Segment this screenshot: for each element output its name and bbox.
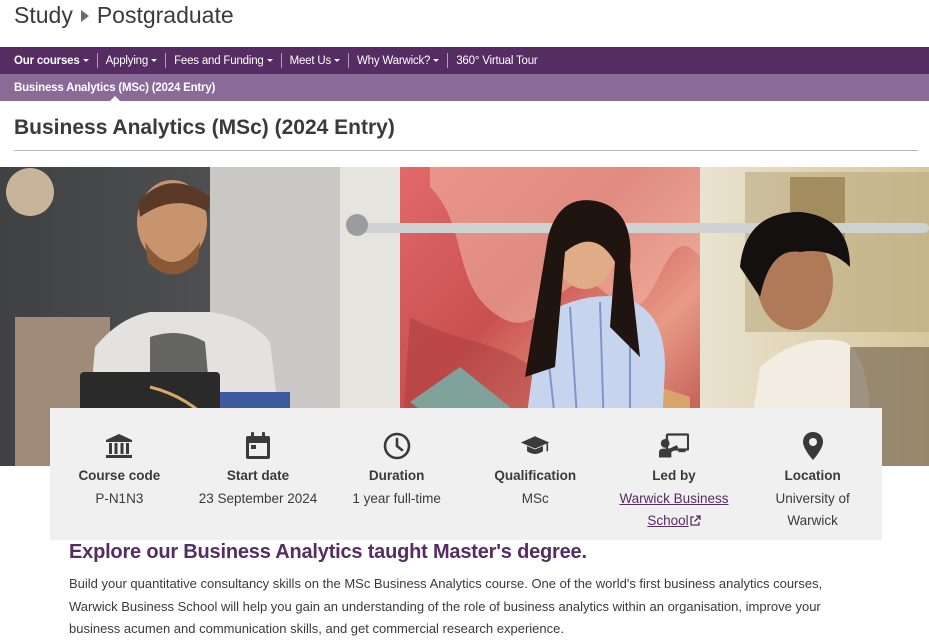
- info-value: University of Warwick: [775, 491, 850, 528]
- course-key-info-panel: Course code P-N1N3 Start date 23 Septemb…: [50, 408, 882, 540]
- warwick-business-school-link[interactable]: Warwick Business School: [615, 488, 733, 532]
- info-qualification: Qualification MSc: [466, 408, 605, 540]
- info-label: Led by: [652, 468, 696, 483]
- external-link-icon: [689, 515, 701, 526]
- sub-nav: Business Analytics (MSc) (2024 Entry): [0, 74, 929, 101]
- nav-item-meet-us[interactable]: Meet Us: [280, 53, 348, 68]
- info-start-date: Start date 23 September 2024: [189, 408, 328, 540]
- clock-icon: [382, 431, 412, 461]
- main-nav: Our courses Applying Fees and Funding Me…: [0, 47, 929, 74]
- caret-down-icon: [433, 59, 440, 62]
- breadcrumb-separator-icon: [80, 9, 89, 22]
- sub-nav-label: Business Analytics (MSc) (2024 Entry): [14, 81, 216, 94]
- info-value: 23 September 2024: [198, 491, 318, 506]
- presenter-icon: [658, 431, 689, 461]
- graduation-cap-icon: [520, 431, 550, 461]
- nav-item-label: Fees and Funding: [174, 54, 264, 67]
- info-label: Duration: [368, 468, 425, 483]
- map-pin-icon: [798, 431, 828, 461]
- calendar-icon: [243, 431, 273, 461]
- nav-item-label: Why Warwick?: [357, 54, 431, 67]
- info-location: Location University of Warwick: [743, 408, 882, 540]
- caret-down-icon: [334, 59, 341, 62]
- title-divider: [14, 150, 918, 151]
- page-title: Business Analytics (MSc) (2024 Entry): [14, 116, 395, 139]
- info-label: Qualification: [494, 468, 577, 483]
- site-breadcrumb: Study Postgraduate: [14, 2, 234, 29]
- nav-item-label: Applying: [105, 54, 149, 67]
- section-heading: Explore our Business Analytics taught Ma…: [69, 541, 587, 563]
- info-value: P-N1N3: [95, 491, 144, 506]
- course-intro-paragraph: Build your quantitative consultancy skil…: [69, 576, 823, 636]
- info-course-code: Course code P-N1N3: [50, 408, 189, 540]
- info-value: 1 year full-time: [352, 491, 441, 506]
- nav-item-label: Our courses: [14, 54, 80, 67]
- sub-nav-current-page[interactable]: Business Analytics (MSc) (2024 Entry): [14, 74, 215, 101]
- caret-down-icon: [266, 59, 273, 62]
- info-duration: Duration 1 year full-time: [327, 408, 466, 540]
- caret-down-icon: [151, 59, 158, 62]
- breadcrumb-study-link[interactable]: Study: [14, 2, 73, 29]
- info-value: MSc: [521, 491, 549, 506]
- info-label: Course code: [78, 468, 161, 483]
- link-text: Warwick Business School: [619, 491, 729, 528]
- nav-item-fees-and-funding[interactable]: Fees and Funding: [165, 53, 281, 68]
- breadcrumb-postgraduate-link[interactable]: Postgraduate: [97, 2, 234, 29]
- nav-item-applying[interactable]: Applying: [96, 53, 166, 68]
- nav-item-why-warwick[interactable]: Why Warwick?: [348, 53, 447, 68]
- nav-item-label: 360° Virtual Tour: [456, 54, 538, 67]
- info-label: Location: [784, 468, 841, 483]
- bank-icon: [104, 431, 134, 461]
- current-page-pointer-icon: [110, 96, 120, 101]
- nav-item-our-courses[interactable]: Our courses: [6, 53, 97, 68]
- nav-item-label: Meet Us: [289, 54, 332, 67]
- nav-item-virtual-tour[interactable]: 360° Virtual Tour: [447, 53, 545, 68]
- site-header: Study Postgraduate: [0, 0, 929, 47]
- info-led-by: Led by Warwick Business School: [605, 408, 744, 540]
- info-label: Start date: [226, 468, 290, 483]
- caret-down-icon: [82, 59, 89, 62]
